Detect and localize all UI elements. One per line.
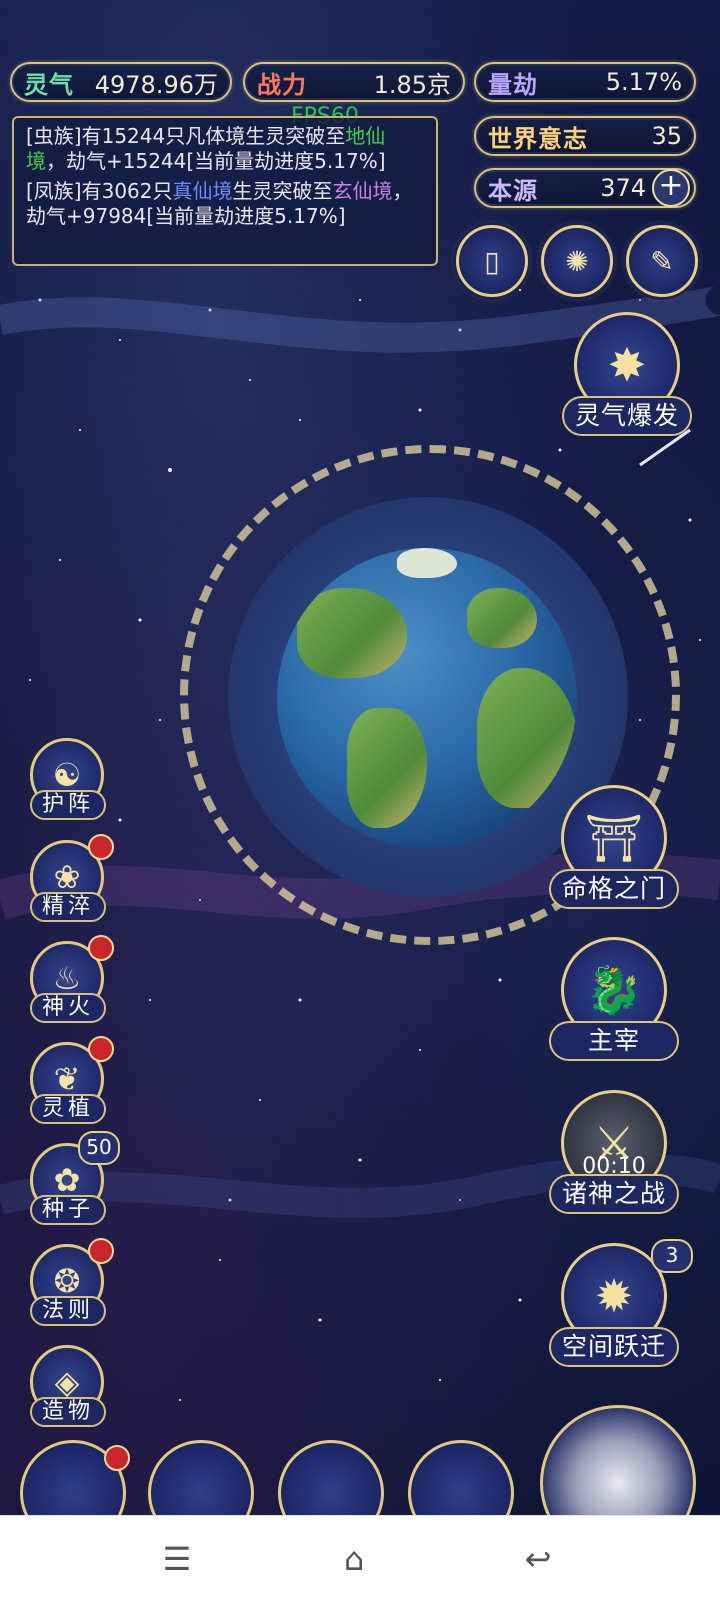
notification-dot [88,1238,114,1264]
vortex-button[interactable]: ✺ [541,225,613,297]
lingqi-value: 4978.96万 [94,70,218,99]
log-text: [虫族]有15244只凡体境生灵突破至 [26,124,346,148]
scroll-icon: ✎ [650,244,674,278]
land-greenland [397,548,457,578]
notification-dot [88,935,114,961]
menu-label: 神火 [30,993,106,1023]
notification-dot [88,1036,114,1062]
benyuan-bar[interactable]: 本源 374 + [474,168,696,208]
event-log: [虫族]有15244只凡体境生灵突破至地仙境，劫气+15244[当前量劫进度5.… [12,116,438,266]
menu-zhong-zi[interactable]: ✿ 种子 50 [26,1131,120,1231]
burst-label: 灵气爆发 [562,396,692,436]
shijie-bar[interactable]: 世界意志 35 [474,116,696,156]
log-entry: [凤族]有3062只真仙境生灵突破至玄仙境，劫气+97984[当前量劫进度5.1… [26,179,424,229]
log-text: [凤族]有3062只 [26,179,173,203]
system-nav-bar: ☰ ⌂ ↩ [0,1515,720,1601]
menu-zao-wu[interactable]: ◈ 造物 [26,1345,108,1433]
liangjie-label: 量劫 [488,70,538,99]
back-icon[interactable]: ↩ [518,1542,558,1576]
vortex-icon: ✺ [565,244,589,278]
home-icon[interactable]: ⌂ [334,1542,374,1576]
menu-label: 诸神之战 [549,1174,679,1214]
add-benyuan-button[interactable]: + [652,169,690,207]
menu-shen-huo[interactable]: ♨ 神火 [26,935,114,1029]
log-text: 生灵突破至 [232,179,333,203]
menu-label: 命格之门 [549,869,679,909]
count-badge: 3 [651,1239,693,1273]
shijie-label: 世界意志 [488,124,588,153]
menu-fa-ze[interactable]: ❂ 法则 [26,1238,114,1332]
notification-dot [88,834,114,860]
zhanli-bar[interactable]: 战力 1.85京 [243,62,465,102]
book-button[interactable]: ▯ [456,225,528,297]
zhanli-value: 1.85京 [373,70,451,99]
menu-label: 法则 [30,1296,106,1326]
zhanli-label: 战力 [257,70,307,99]
burst-button[interactable]: ✸ 灵气爆发 [562,312,692,442]
menu-label: 种子 [30,1195,106,1225]
notification-dot [104,1445,130,1471]
log-highlight: 玄仙境 [332,179,393,203]
land-south-america [347,708,427,828]
menu-jing-cui[interactable]: ❀ 精淬 [26,834,114,928]
menu-label: 造物 [30,1397,106,1427]
menu-zhu-zai[interactable]: 🐉 主宰 [549,937,679,1067]
benyuan-label: 本源 [488,176,538,205]
liangjie-bar[interactable]: 量劫 5.17% [474,62,696,102]
scroll-button[interactable]: ✎ [626,225,698,297]
liangjie-value: 5.17% [605,68,682,96]
benyuan-value: 374 [600,174,646,202]
menu-kong-jian-yue-qian[interactable]: ✹ 空间跃迁 3 [549,1239,693,1373]
log-text: ，劫气+15244[当前量劫进度5.17%] [46,149,386,173]
menu-label: 精淬 [30,892,106,922]
lingqi-bar[interactable]: 灵气 4978.96万 [10,62,232,102]
log-entry: [虫族]有15244只凡体境生灵突破至地仙境，劫气+15244[当前量劫进度5.… [26,124,424,174]
count-badge: 50 [78,1131,120,1165]
menu-icon[interactable]: ☰ [157,1542,197,1576]
book-icon: ▯ [484,244,500,278]
menu-ling-zhi[interactable]: ❦ 灵植 [26,1036,114,1130]
lingqi-label: 灵气 [24,70,74,99]
land-europe [467,588,537,648]
log-highlight: 真仙境 [172,179,233,203]
menu-hu-zhen[interactable]: ☯ 护阵 [26,738,108,826]
shijie-value: 35 [651,122,682,150]
land-north-america [297,588,407,678]
menu-ming-ge-zhi-men[interactable]: ⛩ 命格之门 [549,785,679,915]
menu-label: 灵植 [30,1094,106,1124]
menu-zhu-shen-zhi-zhan[interactable]: ⚔ 00:10 诸神之战 [549,1090,679,1220]
menu-label: 主宰 [549,1021,679,1061]
menu-label: 护阵 [30,790,106,820]
earth [277,548,577,848]
menu-label: 空间跃迁 [549,1327,679,1367]
